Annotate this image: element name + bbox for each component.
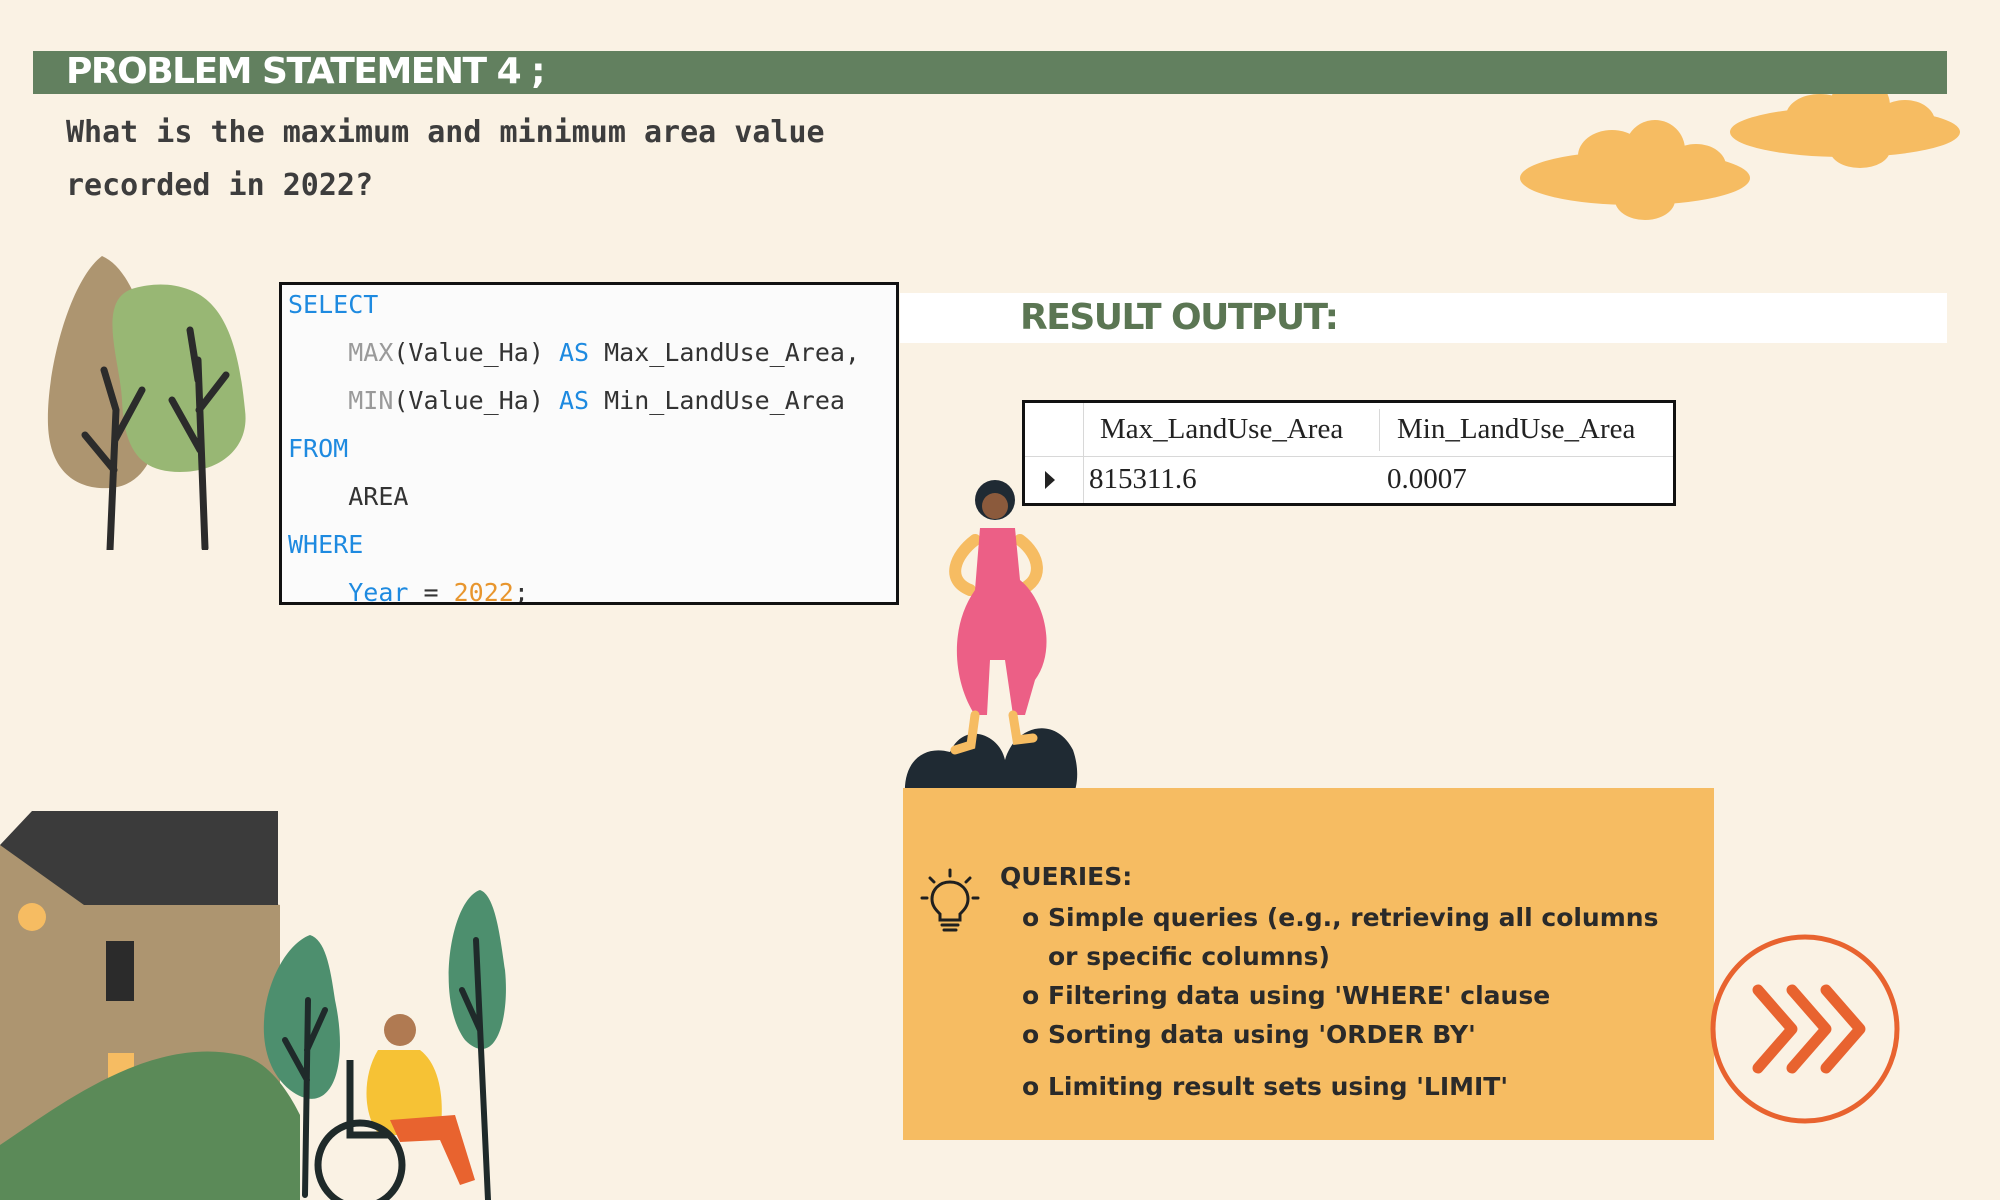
result-cell-min[interactable]: 0.0007 xyxy=(1387,463,1467,496)
list-item: o Simple queries (e.g., retrieving all co… xyxy=(1022,898,1682,976)
row-pointer-icon xyxy=(1045,471,1055,489)
column-header-min[interactable]: Min_LandUse_Area xyxy=(1397,413,1635,446)
sql-function: MIN xyxy=(348,386,394,415)
sql-terminator: ; xyxy=(513,578,529,605)
woman-on-rocks-illustration xyxy=(904,480,1078,795)
sql-keyword: WHERE xyxy=(288,530,364,559)
sql-alias: Min_LandUse_Area xyxy=(589,386,845,415)
query-topic: Filtering data using 'WHERE' clause xyxy=(1048,981,1551,1010)
column-header-max[interactable]: Max_LandUse_Area xyxy=(1100,413,1343,446)
sql-code-box: SELECT MAX(Value_Ha) AS Max_LandUse_Area… xyxy=(279,282,899,605)
queries-title: QUERIES: xyxy=(1000,862,1133,891)
sql-line-select: SELECT xyxy=(288,289,378,321)
sql-function: MAX xyxy=(348,338,394,367)
bullet-marker: o xyxy=(1022,1072,1040,1101)
sql-column: Year xyxy=(348,578,409,605)
problem-title: PROBLEM STATEMENT 4 ; xyxy=(66,51,546,92)
list-item: o Limiting result sets using 'LIMIT' xyxy=(1022,1067,1682,1106)
list-item: o Filtering data using 'WHERE' clause xyxy=(1022,976,1682,1015)
sql-keyword: FROM xyxy=(288,434,349,463)
sql-table-name: AREA xyxy=(348,482,409,511)
sql-argument: (Value_Ha) xyxy=(393,386,559,415)
sql-keyword: SELECT xyxy=(288,290,379,319)
query-topic: Limiting result sets using 'LIMIT' xyxy=(1048,1072,1509,1101)
sql-keyword: AS xyxy=(558,338,590,367)
sql-number: 2022 xyxy=(453,578,514,605)
query-topic: Sorting data using 'ORDER BY' xyxy=(1048,1020,1476,1049)
result-title: RESULT OUTPUT: xyxy=(1020,297,1339,338)
query-topic: Simple queries (e.g., retrieving all col… xyxy=(1048,903,1659,971)
result-cell-max[interactable]: 815311.6 xyxy=(1089,463,1197,496)
result-grid: Max_LandUse_Area Min_LandUse_Area 815311… xyxy=(1022,400,1676,506)
queries-list: o Simple queries (e.g., retrieving all co… xyxy=(1022,898,1682,1106)
wheelchair-person-illustration xyxy=(263,890,506,1200)
sql-line-max: MAX(Value_Ha) AS Max_LandUse_Area, xyxy=(288,337,860,369)
list-item: o Sorting data using 'ORDER BY' xyxy=(1022,1015,1682,1054)
sql-keyword: AS xyxy=(558,386,590,415)
sql-line-from: FROM xyxy=(288,433,348,465)
bullet-marker: o xyxy=(1022,1020,1040,1049)
bullet-marker: o xyxy=(1022,903,1040,932)
next-arrows-icon[interactable] xyxy=(1708,932,1902,1126)
sql-argument: (Value_Ha) xyxy=(393,338,559,367)
sql-alias: Max_LandUse_Area, xyxy=(589,338,860,367)
sql-line-table: AREA xyxy=(288,481,408,513)
row-indicator-header xyxy=(1025,403,1084,456)
row-indicator xyxy=(1025,457,1084,503)
column-divider xyxy=(1379,409,1380,451)
sql-line-where: WHERE xyxy=(288,529,363,561)
lightbulb-icon xyxy=(920,868,980,932)
problem-question: What is the maximum and minimum area val… xyxy=(66,115,825,203)
result-header-row: Max_LandUse_Area Min_LandUse_Area xyxy=(1025,403,1673,457)
sql-line-condition: Year = 2022; xyxy=(288,577,529,605)
result-row[interactable]: 815311.6 0.0007 xyxy=(1025,457,1673,503)
trees-illustration xyxy=(47,256,246,550)
sql-line-min: MIN(Value_Ha) AS Min_LandUse_Area xyxy=(288,385,845,417)
sql-operator: = xyxy=(408,578,454,605)
bullet-marker: o xyxy=(1022,981,1040,1010)
